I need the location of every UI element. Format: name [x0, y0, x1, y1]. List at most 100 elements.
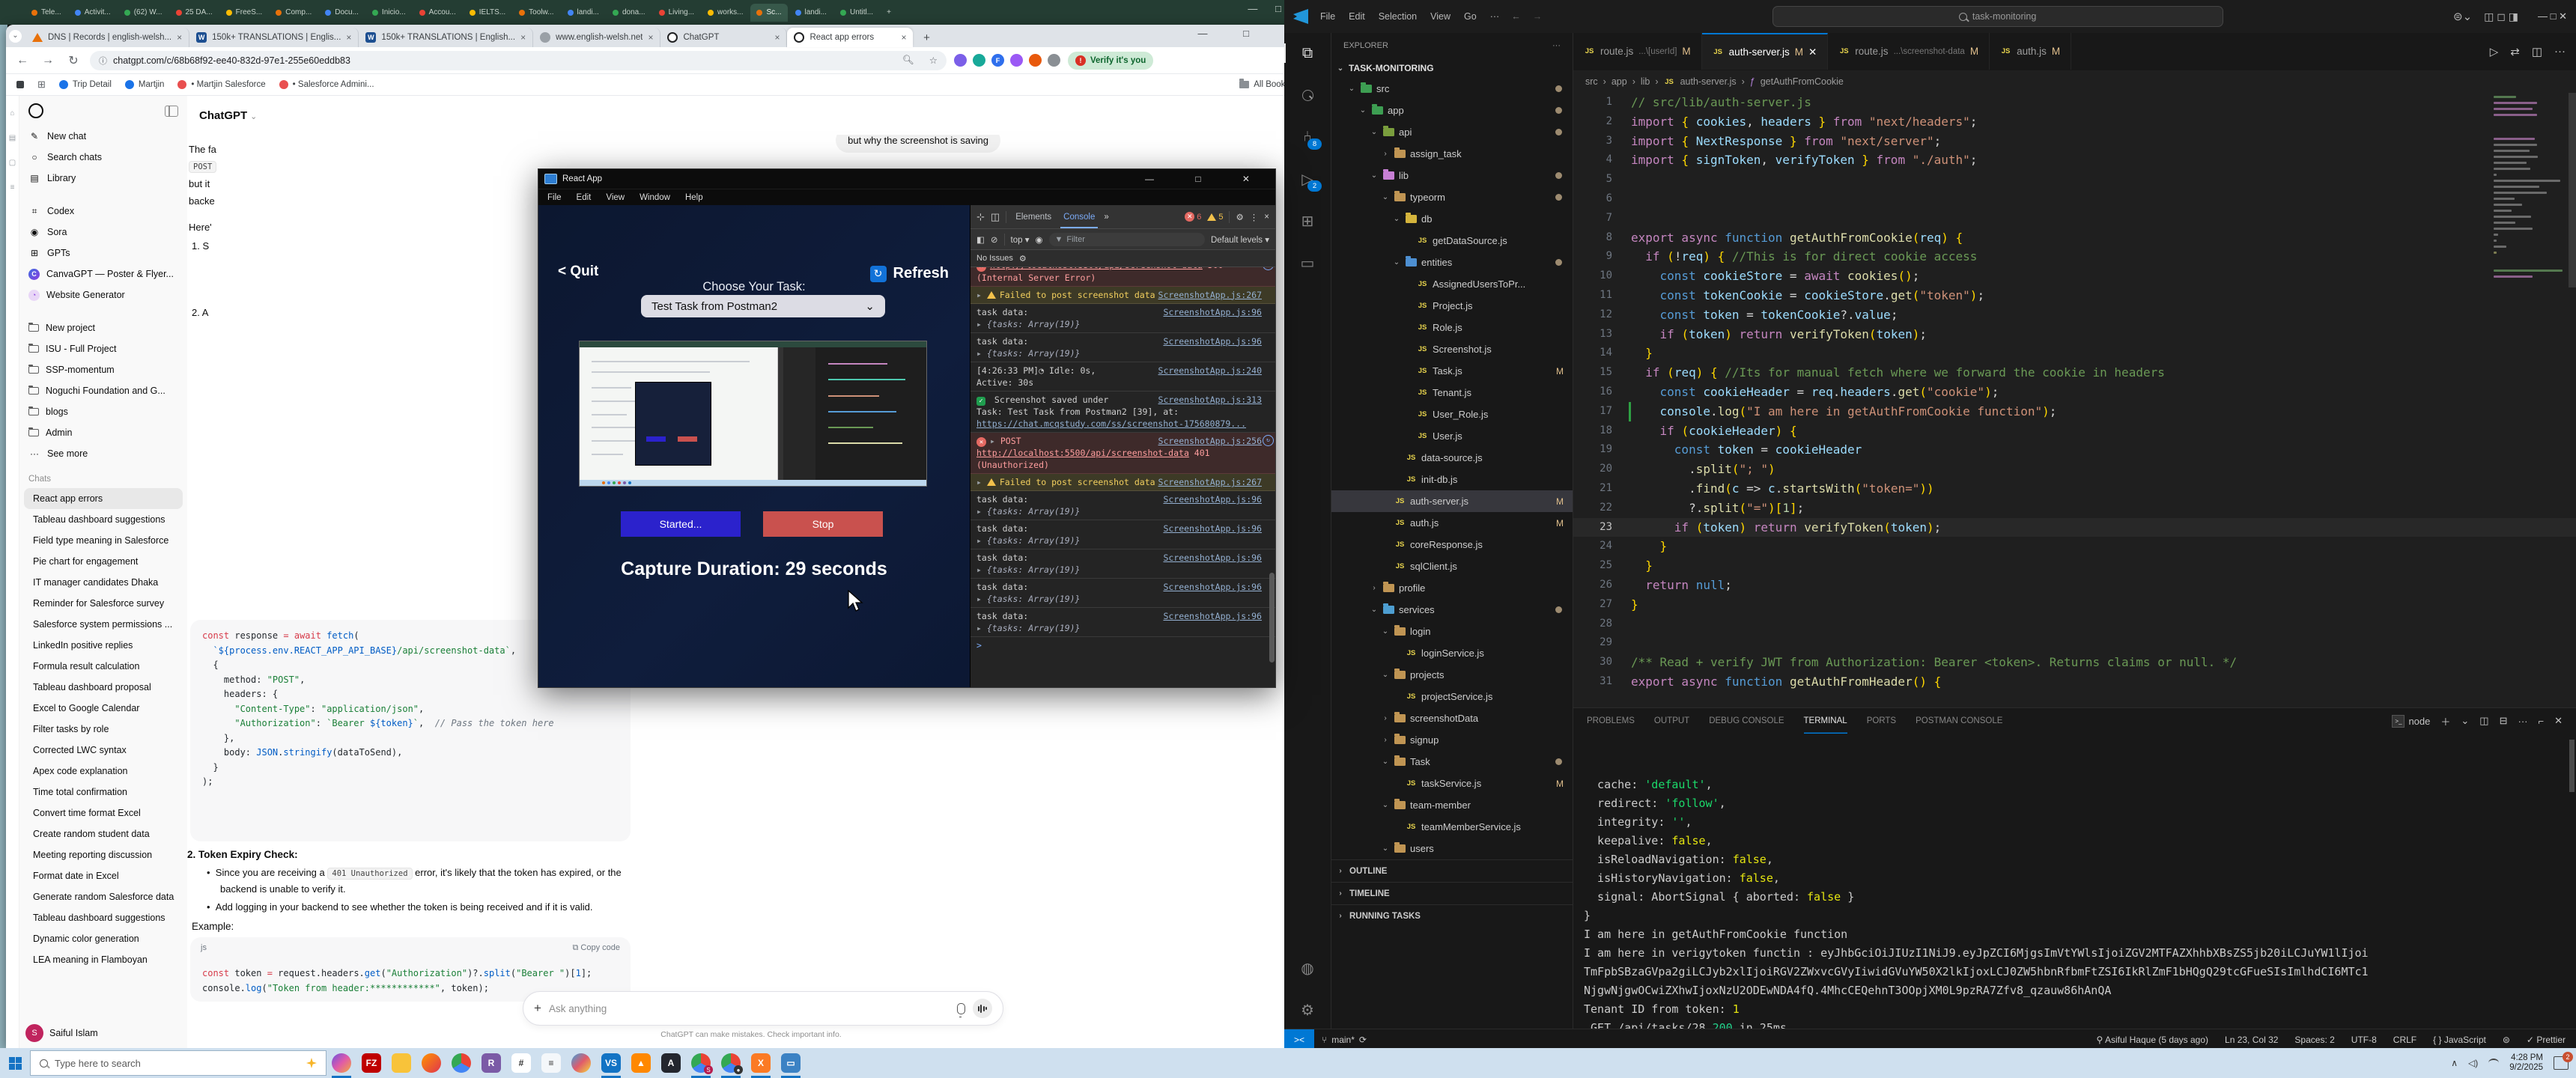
chat-item[interactable]: Time total confirmation [24, 782, 183, 803]
console-entry[interactable]: task data:▸ {tasks: Array(19)}Screenshot… [970, 549, 1275, 579]
taskbar-search[interactable]: Type here to search [30, 1050, 326, 1076]
indentation[interactable]: Spaces: 2 [2294, 1035, 2334, 1045]
chat-item[interactable]: Salesforce system permissions ... [24, 614, 183, 635]
background-tab[interactable]: landi... [789, 4, 833, 22]
rail-icon[interactable]: ⌂ [10, 109, 14, 118]
background-tab[interactable]: works... [702, 4, 749, 22]
sidebar-item-admin[interactable]: Admin [19, 422, 187, 443]
chat-item[interactable]: Corrected LWC syntax [24, 740, 183, 761]
tree-item-entities[interactable]: ⌄entities [1331, 252, 1573, 273]
chat-item[interactable]: Meeting reporting discussion [24, 844, 183, 865]
new-tab-button[interactable]: + [917, 29, 935, 47]
expand-caret-icon[interactable]: ▸ [976, 506, 987, 517]
attach-plus-icon[interactable]: + [534, 1001, 541, 1016]
expand-caret-icon[interactable]: ▸ [976, 564, 987, 575]
chat-item[interactable]: Tableau dashboard proposal [24, 677, 183, 698]
copy-code-button[interactable]: ⧉ Copy code [572, 943, 620, 953]
browser-tab[interactable]: W150k+ TRANSLATIONS | Englis...× [189, 28, 359, 47]
tree-item-coreresponse-js[interactable]: JScoreResponse.js [1331, 534, 1573, 555]
terminal-scrollbar[interactable] [2569, 740, 2575, 792]
console-entry[interactable]: task data:▸ {tasks: Array(19)}Screenshot… [970, 579, 1275, 608]
tree-item-role-js[interactable]: JSRole.js [1331, 317, 1573, 338]
terminal-dropdown-icon[interactable]: ⌄ [2461, 715, 2469, 727]
devtools-close-icon[interactable]: × [1264, 213, 1269, 222]
vscode-menu-File[interactable]: File [1320, 11, 1335, 22]
tree-item-screenshotdata[interactable]: ›screenshotData [1331, 707, 1573, 729]
close-panel-icon[interactable]: ✕ [2554, 715, 2563, 727]
explorer-icon[interactable]: ⧉ [1296, 42, 1319, 64]
background-tab[interactable]: IELTS... [464, 4, 511, 22]
tree-item-lib[interactable]: ⌄lib [1331, 165, 1573, 186]
chat-item[interactable]: Format date in Excel [24, 865, 183, 886]
console-entry[interactable]: task data:▸ {tasks: Array(19)}Screenshot… [970, 333, 1275, 362]
tree-item-task[interactable]: ⌄Task [1331, 751, 1573, 773]
maximize-panel-icon[interactable]: ⌐ [2539, 716, 2545, 727]
source-link[interactable]: ScreenshotApp.js:96 [1163, 523, 1262, 535]
vscode-menu-Selection[interactable]: Selection [1379, 11, 1417, 22]
react-app-titlebar[interactable]: React App — □ ✕ [538, 169, 1275, 189]
vscode-menu-[interactable]: ··· [1490, 11, 1500, 22]
tree-item-auth-server-js[interactable]: JSauth-server.jsM [1331, 490, 1573, 512]
browser-window-controls[interactable]: — □ [1198, 28, 1266, 39]
chat-item[interactable]: Dynamic color generation [24, 928, 183, 949]
tree-item-users[interactable]: ⌄users [1331, 838, 1573, 859]
chat-icon[interactable]: ▭ [1296, 252, 1319, 274]
warning-count-badge[interactable]: 5 [1207, 213, 1223, 222]
chat-item[interactable]: Tableau dashboard suggestions [24, 509, 183, 530]
menu-help[interactable]: Help [685, 193, 703, 202]
back-icon[interactable]: ← [13, 54, 31, 67]
vscode-menu-Go[interactable]: Go [1464, 11, 1477, 22]
log-levels-dropdown[interactable]: Default levels ▾ [1211, 234, 1269, 245]
chat-item[interactable]: Reminder for Salesforce survey [24, 593, 183, 614]
panel-more-icon[interactable]: ··· [2518, 716, 2528, 727]
menu-file[interactable]: File [547, 193, 562, 202]
tree-item-projects[interactable]: ⌄projects [1331, 664, 1573, 686]
tree-item-app[interactable]: ⌄app [1331, 100, 1573, 121]
verify-button[interactable]: ! Verify it's you [1068, 52, 1153, 70]
expand-caret-icon[interactable]: ▸ [976, 623, 987, 633]
menu-window[interactable]: Window [640, 193, 670, 202]
tab-close-icon[interactable]: × [177, 32, 182, 43]
chat-item[interactable]: IT manager candidates Dhaka [24, 572, 183, 593]
taskbar-icon-teamviewer-monitor[interactable]: ▭ [776, 1048, 806, 1078]
task-dropdown[interactable]: Test Task from Postman2⌄ [641, 295, 885, 317]
console-entry[interactable]: ▸ Failed to post screenshot dataScreensh… [970, 474, 1275, 491]
explorer-more-icon[interactable]: ··· [1552, 41, 1561, 50]
chat-item[interactable]: Field type meaning in Salesforce [24, 530, 183, 551]
ext-teal-icon[interactable] [973, 54, 985, 67]
history-forward-icon[interactable]: → [1533, 11, 1543, 22]
workspace-root[interactable]: ⌄TASK-MONITORING [1331, 58, 1573, 78]
section-outline[interactable]: ›OUTLINE [1331, 859, 1573, 882]
new-terminal-icon[interactable]: ＋ [2440, 714, 2450, 728]
rail-icon[interactable]: ▤ [9, 134, 16, 142]
source-link[interactable]: ScreenshotApp.js:256 [1158, 435, 1262, 447]
menu-view[interactable]: View [606, 193, 625, 202]
tree-item-assigneduserstopr-[interactable]: JSAssignedUsersToPr... [1331, 273, 1573, 295]
background-tab[interactable]: Accou... [413, 4, 462, 22]
eol[interactable]: CRLF [2393, 1035, 2416, 1045]
tab-elements[interactable]: Elements [1012, 205, 1054, 228]
expand-caret-icon[interactable]: ▸ [976, 594, 987, 604]
compare-icon[interactable]: ⇄ [2510, 45, 2520, 58]
cursor-position[interactable]: Ln 23, Col 32 [2225, 1035, 2278, 1045]
address-bar[interactable]: ⓘ chatgpt.com/c/68b68f92-ee40-832d-97e1-… [90, 51, 947, 70]
more-tabs-icon[interactable]: » [1104, 213, 1108, 222]
tree-item-services[interactable]: ⌄services [1331, 599, 1573, 621]
taskbar-icon-firefox[interactable] [416, 1048, 446, 1078]
sidebar-item-library[interactable]: ▤Library [19, 168, 187, 189]
terminal-output[interactable]: cache: 'default', redirect: 'follow', in… [1573, 734, 2576, 1029]
breadcrumb-item[interactable]: auth-server.js [1680, 76, 1737, 87]
console-sidebar-icon[interactable]: ◧ [976, 234, 985, 245]
expand-caret-icon[interactable]: ▸ [976, 477, 987, 487]
mic-icon[interactable] [957, 1003, 965, 1014]
bookmark-item[interactable]: • Salesforce Admini... [279, 80, 374, 89]
tree-item-screenshot-js[interactable]: JSScreenshot.js [1331, 338, 1573, 360]
background-tab[interactable]: (62) W... [118, 4, 168, 22]
chat-item[interactable]: Generate random Salesforce data [24, 886, 183, 907]
sidebar-item-new-chat[interactable]: ✎New chat [19, 126, 187, 147]
sidebar-item-isu-full-project[interactable]: ISU - Full Project [19, 338, 187, 359]
editor-tab[interactable]: JSroute.js...\screenshot-dataM [1828, 33, 1990, 70]
prettier-status[interactable]: ✓ Prettier [2527, 1035, 2566, 1045]
started-button[interactable]: Started... [621, 511, 741, 537]
vscode-menu-View[interactable]: View [1430, 11, 1450, 22]
